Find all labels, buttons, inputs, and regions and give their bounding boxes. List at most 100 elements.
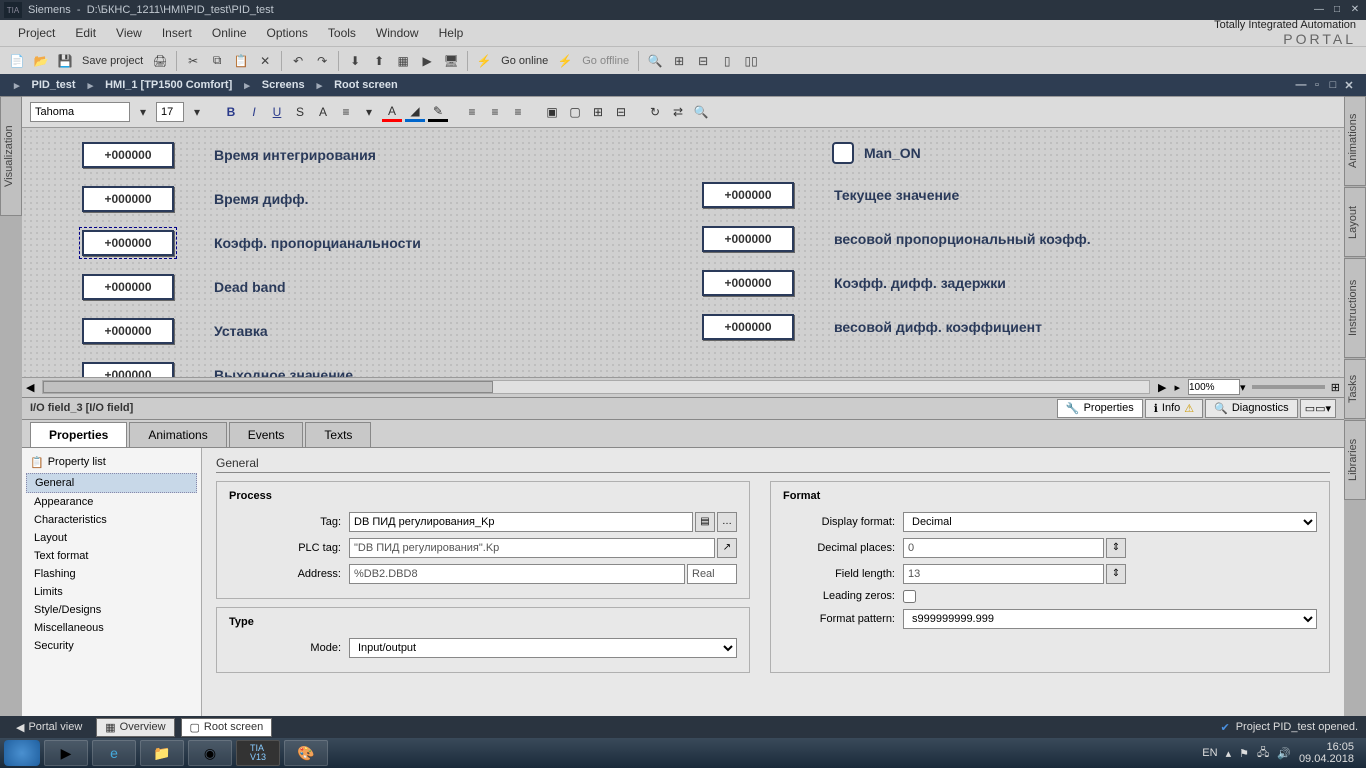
delete-icon[interactable]: ✕: [254, 50, 276, 72]
tray-arrow-icon[interactable]: ▴: [1226, 747, 1232, 760]
print-icon[interactable]: 🖨: [149, 50, 171, 72]
canvas-scrollbar[interactable]: ◀ ▶ ▸ ▾ ⊞: [22, 377, 1344, 397]
tab-info[interactable]: ℹInfo⚠: [1145, 399, 1203, 418]
bring-front-icon[interactable]: ▣: [542, 102, 562, 122]
tray-lang[interactable]: EN: [1202, 747, 1217, 759]
cut-icon[interactable]: ✂: [182, 50, 204, 72]
io-field-diff-time[interactable]: +000000: [82, 186, 174, 212]
nav-general[interactable]: General: [26, 473, 197, 493]
panel-maximize-icon[interactable]: □: [1326, 79, 1340, 92]
paste-icon[interactable]: 📋: [230, 50, 252, 72]
go-offline-label[interactable]: Go offline: [578, 55, 633, 67]
io-field-output[interactable]: +000000: [82, 362, 174, 377]
taskbar-tia[interactable]: TIAV13: [236, 740, 280, 766]
menu-window[interactable]: Window: [366, 26, 429, 40]
save-label[interactable]: Save project: [78, 55, 147, 67]
download-icon[interactable]: ⬇: [344, 50, 366, 72]
zoom-slider[interactable]: [1252, 385, 1325, 389]
field-length-input[interactable]: [903, 564, 1104, 584]
font-size-select[interactable]: [156, 102, 184, 122]
dropdown1-icon[interactable]: ▾: [359, 102, 379, 122]
menu-view[interactable]: View: [106, 26, 152, 40]
go-online-label[interactable]: Go online: [497, 55, 552, 67]
split2-icon[interactable]: ▯▯: [740, 50, 762, 72]
bold-icon[interactable]: B: [221, 102, 241, 122]
screen-canvas[interactable]: +000000 Время интегрирования +000000 Вре…: [22, 128, 1344, 377]
taskbar-chrome[interactable]: ◉: [188, 740, 232, 766]
tab-layout[interactable]: Layout: [1344, 187, 1366, 257]
zoom-grid-icon[interactable]: ⊞: [1331, 381, 1340, 394]
new-project-icon[interactable]: 📄: [6, 50, 28, 72]
io-field-current-value[interactable]: +000000: [702, 182, 794, 208]
compile-icon[interactable]: ▦: [392, 50, 414, 72]
copy-icon[interactable]: ⧉: [206, 50, 228, 72]
accessible-icon[interactable]: ⊟: [692, 50, 714, 72]
nav-security[interactable]: Security: [26, 637, 197, 655]
group-icon[interactable]: ⊞: [588, 102, 608, 122]
send-back-icon[interactable]: ▢: [565, 102, 585, 122]
font-select[interactable]: [30, 102, 130, 122]
overview-tab[interactable]: ▦ Overview: [96, 718, 174, 737]
dp-spinner-icon[interactable]: ⇕: [1106, 538, 1126, 558]
upload-icon[interactable]: ⬆: [368, 50, 390, 72]
tag-browse-icon[interactable]: …: [717, 512, 737, 532]
menu-edit[interactable]: Edit: [65, 26, 106, 40]
simulate-icon[interactable]: ▶: [416, 50, 438, 72]
save-icon[interactable]: 💾: [54, 50, 76, 72]
tag-list-icon[interactable]: ▤: [695, 512, 715, 532]
hmi-icon[interactable]: 🖥: [440, 50, 462, 72]
tab-prop-events[interactable]: Events: [229, 422, 304, 447]
taskbar-ie[interactable]: e: [92, 740, 136, 766]
menu-online[interactable]: Online: [202, 26, 257, 40]
io-field-setpoint[interactable]: +000000: [82, 318, 174, 344]
crumb-root[interactable]: Root screen: [326, 79, 406, 91]
crumb-hmi[interactable]: HMI_1 [TP1500 Comfort]: [97, 79, 240, 91]
tab-properties[interactable]: 🔧Properties: [1057, 399, 1143, 418]
align-left-icon[interactable]: ≡: [462, 102, 482, 122]
taskbar-paint[interactable]: 🎨: [284, 740, 328, 766]
mode-select[interactable]: Input/output: [349, 638, 737, 658]
taskbar-media-player[interactable]: ▶: [44, 740, 88, 766]
inspector-layout-icon[interactable]: ▭▭▾: [1300, 399, 1336, 418]
tab-libraries[interactable]: Libraries: [1344, 420, 1366, 500]
menu-tools[interactable]: Tools: [318, 26, 366, 40]
checkbox-man-on[interactable]: [832, 142, 854, 164]
tray-flag-icon[interactable]: ⚑: [1239, 747, 1249, 760]
tab-animations[interactable]: Animations: [1344, 96, 1366, 186]
crumb-screens[interactable]: Screens: [254, 79, 313, 91]
nav-style[interactable]: Style/Designs: [26, 601, 197, 619]
zoom-input[interactable]: [1188, 379, 1240, 395]
root-screen-tab[interactable]: ▢ Root screen: [181, 718, 273, 737]
tab-tasks[interactable]: Tasks: [1344, 359, 1366, 419]
plctag-goto-icon[interactable]: ↗: [717, 538, 737, 558]
font-color-icon[interactable]: A: [382, 102, 402, 122]
zoom-dropdown-icon[interactable]: ▾: [1240, 381, 1246, 394]
zoom-fit-icon[interactable]: 🔍: [691, 102, 711, 122]
decimal-places-input[interactable]: [903, 538, 1104, 558]
io-field-deadband[interactable]: +000000: [82, 274, 174, 300]
tab-visualization[interactable]: Visualization: [0, 96, 22, 216]
minimize-button[interactable]: —: [1312, 4, 1326, 16]
italic-icon[interactable]: I: [244, 102, 264, 122]
tray-volume-icon[interactable]: 🔊: [1277, 747, 1291, 760]
format-pattern-select[interactable]: s999999999.999: [903, 609, 1317, 629]
cross-ref-icon[interactable]: ⊞: [668, 50, 690, 72]
go-online-icon[interactable]: ⚡: [473, 50, 495, 72]
font-a-icon[interactable]: A: [313, 102, 333, 122]
menu-insert[interactable]: Insert: [152, 26, 202, 40]
io-field-d-weight[interactable]: +000000: [702, 314, 794, 340]
nav-limits[interactable]: Limits: [26, 583, 197, 601]
undo-icon[interactable]: ↶: [287, 50, 309, 72]
io-field-p-weight[interactable]: +000000: [702, 226, 794, 252]
menu-help[interactable]: Help: [429, 26, 474, 40]
search-icon[interactable]: 🔍: [644, 50, 666, 72]
tab-prop-texts[interactable]: Texts: [305, 422, 371, 447]
close-button[interactable]: ✕: [1348, 4, 1362, 16]
display-format-select[interactable]: Decimal: [903, 512, 1317, 532]
start-button[interactable]: [4, 740, 40, 766]
tab-prop-properties[interactable]: Properties: [30, 422, 127, 447]
strike-icon[interactable]: S: [290, 102, 310, 122]
nav-layout[interactable]: Layout: [26, 529, 197, 547]
panel-minimize-icon[interactable]: —: [1294, 79, 1308, 92]
nav-text-format[interactable]: Text format: [26, 547, 197, 565]
